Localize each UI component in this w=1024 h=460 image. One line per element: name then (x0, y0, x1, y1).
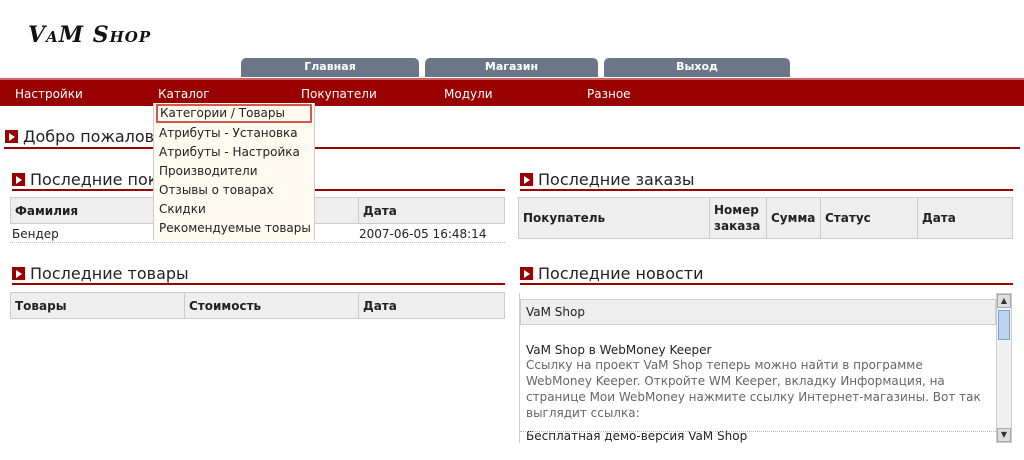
top-nav: Главная Магазин Выход (0, 58, 1024, 78)
main-menu: Настройки Каталог Покупатели Модули Разн… (0, 78, 1024, 106)
menu-catalog[interactable]: Каталог (158, 87, 210, 101)
scroll-up-icon[interactable]: ▲ (997, 294, 1011, 308)
customer-date: 2007-06-05 16:48:14 (359, 227, 487, 241)
orders-table-header: Покупатель Номер заказа Сумма Статус Дат… (518, 197, 1013, 239)
col-date: Дата (363, 203, 397, 218)
arrow-icon (520, 267, 533, 280)
products-table-header: Товары Стоимость Дата (10, 292, 505, 319)
col-order-number: Номер заказа (710, 198, 767, 238)
news-separator (520, 431, 996, 432)
divider (520, 283, 1013, 285)
scroll-thumb[interactable] (998, 310, 1010, 340)
dropdown-categories-products[interactable]: Категории / Товары (156, 104, 312, 123)
dropdown-discounts[interactable]: Скидки (154, 200, 314, 219)
news-item-text: Ссылку на проект VaM Shop теперь можно н… (526, 358, 981, 420)
dropdown-manufacturers[interactable]: Производители (154, 162, 314, 181)
divider (12, 283, 505, 285)
scroll-down-icon[interactable]: ▼ (997, 428, 1011, 442)
divider (520, 189, 1013, 191)
arrow-icon (12, 173, 25, 186)
products-heading: Последние товары (12, 264, 189, 283)
tab-logout[interactable]: Выход (604, 58, 790, 77)
dropdown-attributes-install[interactable]: Атрибуты - Установка (154, 124, 314, 143)
menu-modules[interactable]: Модули (444, 87, 493, 101)
tab-shop[interactable]: Магазин (425, 58, 598, 77)
dropdown-attributes-settings[interactable]: Атрибуты - Настройка (154, 143, 314, 162)
col-date: Дата (922, 211, 956, 225)
menu-customers[interactable]: Покупатели (301, 87, 377, 101)
news-scrollbar[interactable]: ▲ ▼ (996, 293, 1012, 443)
arrow-icon (12, 267, 25, 280)
catalog-dropdown: Категории / Товары Атрибуты - Установка … (153, 103, 315, 240)
news-item-title[interactable]: VaM Shop в WebMoney Keeper (526, 343, 996, 357)
tab-main[interactable]: Главная (241, 58, 419, 77)
news-heading: Последние новости (520, 264, 704, 283)
arrow-icon (5, 130, 18, 143)
col-status: Статус (821, 198, 918, 238)
dropdown-featured[interactable]: Рекомендуемые товары (154, 219, 314, 238)
logo: VaM Shop (28, 22, 152, 48)
orders-heading: Последние заказы (520, 170, 694, 189)
col-customer: Покупатель (519, 198, 710, 238)
customer-name[interactable]: Бендер (12, 227, 59, 241)
arrow-icon (520, 173, 533, 186)
col-sum: Сумма (767, 198, 821, 238)
dropdown-reviews[interactable]: Отзывы о товарах (154, 181, 314, 200)
col-price: Стоимость (185, 293, 359, 318)
menu-misc[interactable]: Разное (587, 87, 631, 101)
col-products: Товары (11, 293, 185, 318)
news-source: VaM Shop (520, 299, 996, 325)
news-panel: VaM Shop VaM Shop в WebMoney Keeper Ссыл… (519, 293, 996, 443)
menu-settings[interactable]: Настройки (15, 87, 83, 101)
row-separator (10, 242, 505, 243)
col-date: Дата (363, 298, 397, 313)
col-lastname: Фамилия (11, 198, 159, 223)
